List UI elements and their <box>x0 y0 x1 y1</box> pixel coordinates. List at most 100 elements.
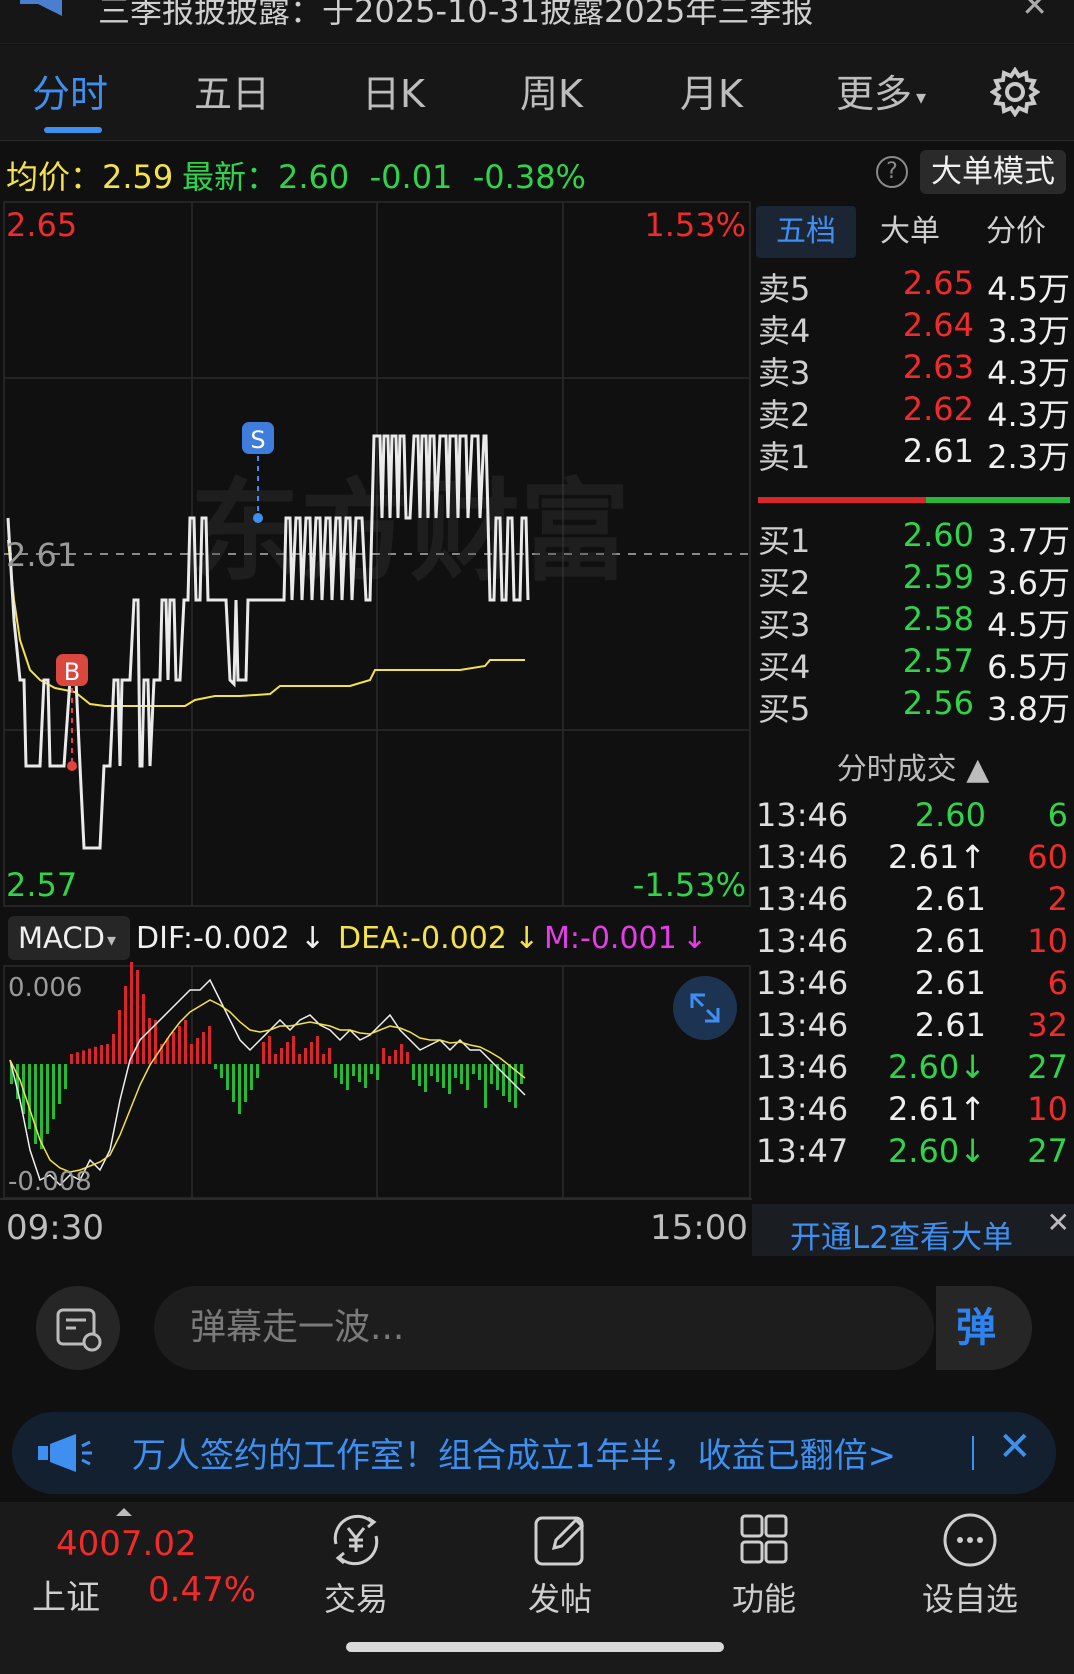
macd-bar <box>394 1050 397 1064</box>
announcement-bar[interactable]: 三季报披披露：于2025-10-31披露2025年三季报 ✕ <box>0 0 1074 44</box>
macd-bar <box>130 962 133 1064</box>
tick-volume: 6 <box>1047 964 1068 1002</box>
macd-bar <box>376 1064 379 1080</box>
tick-row: 13:46 2.61 2 <box>756 880 1072 924</box>
macd-bar <box>484 1064 487 1108</box>
tab-intraday[interactable]: 分时 <box>32 69 108 119</box>
index-value[interactable]: 4007.02 <box>56 1524 197 1564</box>
nav-functions-label: 功能 <box>731 1580 796 1618</box>
macd-bar <box>478 1064 481 1080</box>
latest-price: 最新：2.60 -0.01 -0.38% <box>182 152 586 198</box>
ask-label: 卖1 <box>758 438 811 476</box>
macd-bar <box>418 1064 421 1086</box>
tick-volume: 6 <box>1047 796 1068 834</box>
macd-bar <box>28 1064 31 1129</box>
macd-bar <box>412 1064 415 1080</box>
macd-bar <box>256 1064 259 1078</box>
help-icon[interactable]: ? <box>876 156 908 188</box>
gear-icon[interactable] <box>990 67 1040 117</box>
bid-row: 买5 2.56 3.8万 <box>758 684 1072 728</box>
danmu-bar: 弹幕走一波... 弹 <box>0 1256 1074 1386</box>
tab-price-distribution[interactable]: 分价 <box>966 206 1066 258</box>
promo-close-icon[interactable]: ✕ <box>998 1424 1032 1470</box>
danmu-input[interactable]: 弹幕走一波... <box>154 1286 934 1370</box>
caret-down-icon: ▾ <box>916 84 927 109</box>
macd-bar <box>244 1064 247 1102</box>
ask-volume: 3.3万 <box>987 312 1070 350</box>
nav-functions[interactable]: 功能 <box>704 1512 824 1620</box>
bid-label: 买1 <box>758 522 811 560</box>
tab-five-level[interactable]: 五档 <box>756 206 856 258</box>
promo-banner[interactable]: 万人签约的工作室！组合成立1年半，收益已翻倍> ✕ <box>12 1412 1056 1494</box>
tab-five-day[interactable]: 五日 <box>194 69 270 119</box>
announcement-close-icon[interactable]: ✕ <box>1021 0 1048 24</box>
macd-bar <box>220 1064 223 1078</box>
macd-bar <box>94 1046 97 1064</box>
danmu-settings-button[interactable] <box>36 1286 120 1370</box>
bid-volume: 3.8万 <box>987 690 1070 728</box>
nav-post[interactable]: 发帖 <box>500 1512 620 1620</box>
index-name[interactable]: 上证 <box>32 1570 100 1619</box>
tick-price: 2.60 <box>914 796 986 834</box>
nav-add-watchlist[interactable]: 设自选 <box>910 1512 1030 1620</box>
big-order-mode-button[interactable]: 大单模式 <box>920 150 1066 194</box>
ask-price: 2.61 <box>902 432 974 470</box>
tick-volume: 10 <box>1027 922 1068 960</box>
tick-row: 13:46 2.61↑ 10 <box>756 1090 1072 1134</box>
home-indicator[interactable] <box>346 1642 724 1652</box>
ask-row: 卖3 2.63 4.3万 <box>758 348 1072 392</box>
index-change-pct[interactable]: 0.47% <box>148 1570 256 1610</box>
tab-weekly-k[interactable]: 周K <box>520 69 583 119</box>
mid-price-label: 2.61 <box>6 536 77 574</box>
tick-price: 2.61↑ <box>887 838 986 876</box>
macd-top-label: 0.006 <box>8 973 82 1003</box>
macd-bar <box>340 1064 343 1084</box>
tick-row: 13:46 2.60↓ 27 <box>756 1048 1072 1092</box>
macd-bar <box>274 1054 277 1064</box>
ask-volume: 4.3万 <box>987 354 1070 392</box>
tick-price: 2.61 <box>914 880 986 918</box>
macd-bar <box>214 1064 217 1069</box>
macd-bar <box>352 1064 355 1076</box>
bid-row: 买3 2.58 4.5万 <box>758 600 1072 644</box>
l2-close-icon[interactable]: ✕ <box>1047 1206 1070 1239</box>
bid-label: 买3 <box>758 606 811 644</box>
macd-bar <box>136 970 139 1064</box>
expand-button[interactable] <box>673 976 737 1040</box>
ask-price: 2.64 <box>902 306 974 344</box>
tab-big-order[interactable]: 大单 <box>860 206 960 258</box>
tick-time: 13:46 <box>756 1090 849 1128</box>
ask-volume: 2.3万 <box>987 438 1070 476</box>
nav-trade[interactable]: 交易 <box>296 1512 416 1620</box>
time-axis-line <box>0 1198 752 1200</box>
macd-bar <box>382 1048 385 1064</box>
tab-monthly-k[interactable]: 月K <box>680 69 743 119</box>
macd-bar <box>64 1064 67 1089</box>
index-expand-icon[interactable] <box>116 1508 132 1516</box>
intraday-chart[interactable]: 东方财富 B S 2.65 1.53% 2.61 2.57 -1.53% MAC… <box>0 200 752 1248</box>
bid-label: 买4 <box>758 648 811 686</box>
macd-bar <box>286 1042 289 1064</box>
promo-divider <box>972 1436 974 1470</box>
danmu-settings-icon <box>56 1308 102 1352</box>
l2-upgrade-banner[interactable]: 开通L2查看大单 ✕ <box>752 1204 1074 1256</box>
macd-bar <box>304 1048 307 1064</box>
bid-row: 买2 2.59 3.6万 <box>758 558 1072 602</box>
macd-bar <box>76 1052 79 1064</box>
tick-row: 13:46 2.60 6 <box>756 796 1072 840</box>
macd-bar <box>502 1064 505 1096</box>
macd-bar <box>508 1064 511 1102</box>
macd-bar <box>298 1054 301 1064</box>
tab-more[interactable]: 更多 ▾ <box>836 69 926 119</box>
danmu-send-button[interactable]: 弹 <box>934 1286 1032 1370</box>
tick-trades-header[interactable]: 分时成交 ▲ <box>752 744 1074 788</box>
sell-marker-dot <box>253 513 263 523</box>
l2-upgrade-text: 开通L2查看大单 <box>790 1220 1013 1256</box>
tab-daily-k[interactable]: 日K <box>362 69 425 119</box>
tick-volume: 60 <box>1027 838 1068 876</box>
macd-bar <box>118 1010 121 1064</box>
macd-bar <box>454 1064 457 1078</box>
average-price-value: 2.59 <box>102 158 174 196</box>
more-circle-icon <box>943 1513 997 1567</box>
ask-label: 卖3 <box>758 354 811 392</box>
